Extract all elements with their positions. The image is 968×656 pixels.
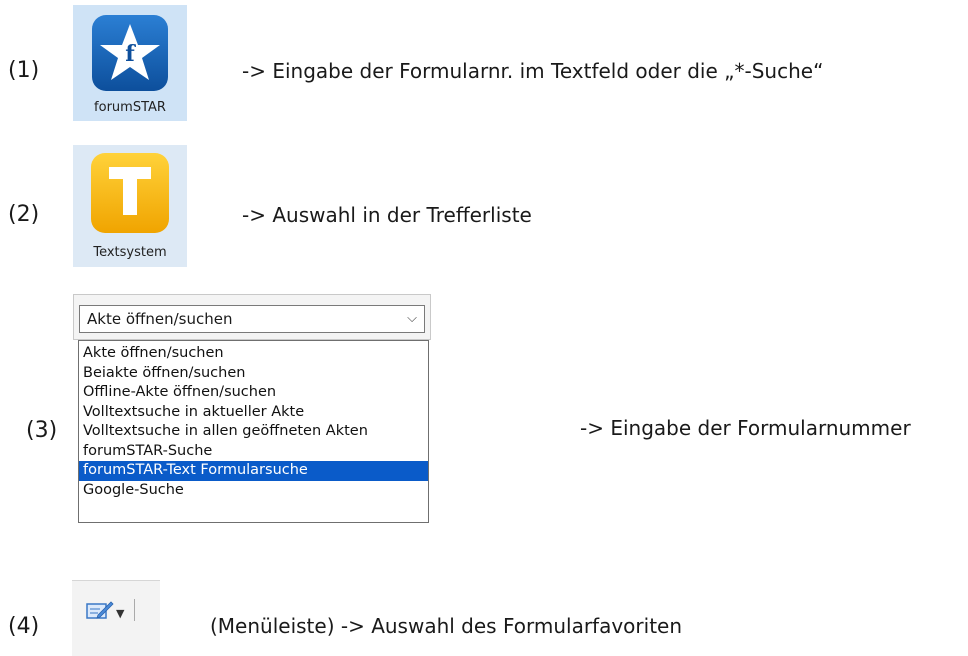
step-number-1: (1) (8, 58, 40, 83)
dropdown-option[interactable]: Google-Suche (79, 481, 428, 501)
forumstar-app-tile[interactable]: f forumSTAR (73, 5, 187, 121)
dropdown-option[interactable]: Akte öffnen/suchen (79, 344, 428, 364)
forumstar-star-icon: f (92, 15, 168, 91)
dropdown-option-highlighted[interactable]: forumSTAR-Text Formularsuche (79, 461, 428, 481)
step-description-4: (Menüleiste) -> Auswahl des Formularfavo… (210, 614, 683, 638)
search-mode-selected-value: Akte öffnen/suchen (87, 310, 233, 328)
step-description-1: -> Eingabe der Formularnr. im Textfeld o… (242, 59, 824, 83)
form-favorites-menu-button[interactable]: ▼ (72, 580, 160, 656)
form-edit-icon (86, 599, 114, 625)
dropdown-option[interactable]: Beiakte öffnen/suchen (79, 364, 428, 384)
dropdown-option[interactable]: Volltextsuche in allen geöffneten Akten (79, 422, 428, 442)
step-description-2: -> Auswahl in der Trefferliste (242, 203, 532, 227)
toolbar-separator (134, 599, 135, 621)
forumstar-app-label: forumSTAR (94, 100, 166, 115)
dropdown-option[interactable]: Volltextsuche in aktueller Akte (79, 403, 428, 423)
chevron-down-icon[interactable]: ▼ (116, 607, 124, 620)
search-mode-options-list: Akte öffnen/suchen Beiakte öffnen/suchen… (78, 340, 429, 523)
search-mode-toolbar: Akte öffnen/suchen ⌵ (73, 294, 431, 340)
textsystem-t-icon (91, 153, 169, 233)
search-mode-select[interactable]: Akte öffnen/suchen ⌵ (79, 305, 425, 333)
dropdown-option[interactable]: forumSTAR-Suche (79, 442, 428, 462)
step-number-3: (3) (26, 418, 58, 443)
step-description-3: -> Eingabe der Formularnummer (580, 416, 911, 440)
textsystem-app-tile[interactable]: Textsystem (73, 145, 187, 267)
step-number-2: (2) (8, 202, 40, 227)
svg-text:f: f (125, 41, 136, 67)
textsystem-app-label: Textsystem (93, 245, 167, 260)
dropdown-option[interactable]: Offline-Akte öffnen/suchen (79, 383, 428, 403)
chevron-down-icon: ⌵ (407, 311, 417, 326)
step-number-4: (4) (8, 614, 40, 639)
